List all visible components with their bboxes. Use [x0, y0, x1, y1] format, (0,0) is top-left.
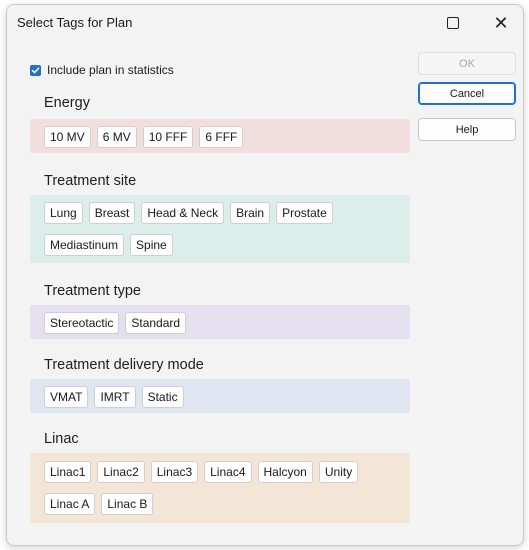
tag-10-fff[interactable]: 10 FFF [142, 126, 194, 148]
tag-standard[interactable]: Standard [125, 312, 187, 334]
tag-list-treatment-delivery-mode: VMAT IMRT Static [44, 386, 384, 408]
tag-list-energy: 10 MV 6 MV 10 FFF 6 FFF [44, 126, 384, 148]
tag-lung[interactable]: Lung [44, 202, 83, 224]
tag-static[interactable]: Static [141, 386, 184, 408]
tag-10-mv[interactable]: 10 MV [44, 126, 91, 148]
tag-6-fff[interactable]: 6 FFF [199, 126, 244, 148]
tag-linac3[interactable]: Linac3 [150, 461, 199, 483]
group-band-treatment-site: Lung Breast Head & Neck Brain Prostate M… [30, 195, 410, 263]
close-button[interactable]: ✕ [484, 11, 518, 35]
title-bar: Select Tags for Plan ✕ [7, 5, 523, 41]
select-tags-dialog: Select Tags for Plan ✕ Include plan in s… [6, 4, 524, 546]
tag-list-treatment-type: Stereotactic Standard [44, 312, 384, 334]
group-title-treatment-site: Treatment site [44, 173, 137, 189]
close-icon: ✕ [493, 13, 509, 33]
group-energy: Energy 10 MV 6 MV 10 FFF 6 FFF [30, 91, 410, 155]
tag-imrt[interactable]: IMRT [94, 386, 136, 408]
include-statistics-label: Include plan in statistics [47, 63, 174, 77]
tag-list-treatment-site: Lung Breast Head & Neck Brain Prostate M… [44, 202, 384, 256]
window-title: Select Tags for Plan [17, 15, 133, 30]
group-title-treatment-delivery-mode: Treatment delivery mode [44, 357, 204, 373]
tag-unity[interactable]: Unity [318, 461, 359, 483]
help-button[interactable]: Help [418, 118, 516, 141]
maximize-icon [447, 17, 459, 29]
tag-linac4[interactable]: Linac4 [204, 461, 252, 483]
maximize-button[interactable] [436, 11, 470, 35]
tag-vmat[interactable]: VMAT [44, 386, 89, 408]
tag-mediastinum[interactable]: Mediastinum [44, 234, 125, 256]
include-statistics-row[interactable]: Include plan in statistics [30, 63, 174, 77]
tag-prostate[interactable]: Prostate [276, 202, 333, 224]
tag-6-mv[interactable]: 6 MV [96, 126, 137, 148]
tag-breast[interactable]: Breast [88, 202, 136, 224]
tag-brain[interactable]: Brain [230, 202, 271, 224]
tag-linac-b[interactable]: Linac B [101, 493, 154, 515]
tag-halcyon[interactable]: Halcyon [257, 461, 313, 483]
group-treatment-site: Treatment site Lung Breast Head & Neck B… [30, 169, 410, 265]
tag-stereotactic[interactable]: Stereotactic [44, 312, 120, 334]
group-band-linac: Linac1 Linac2 Linac3 Linac4 Halcyon Unit… [30, 453, 410, 523]
cancel-button[interactable]: Cancel [418, 82, 516, 105]
group-title-energy: Energy [44, 95, 90, 111]
tag-list-linac: Linac1 Linac2 Linac3 Linac4 Halcyon Unit… [44, 461, 384, 515]
group-band-treatment-type: Stereotactic Standard [30, 305, 410, 339]
group-band-energy: 10 MV 6 MV 10 FFF 6 FFF [30, 119, 410, 153]
group-linac: Linac Linac1 Linac2 Linac3 Linac4 Halcyo… [30, 427, 410, 527]
tag-linac2[interactable]: Linac2 [97, 461, 145, 483]
group-treatment-delivery-mode: Treatment delivery mode VMAT IMRT Static [30, 353, 410, 417]
group-band-treatment-delivery-mode: VMAT IMRT Static [30, 379, 410, 413]
checkbox-checked-icon[interactable] [30, 64, 41, 76]
group-title-treatment-type: Treatment type [44, 283, 141, 299]
tag-linac1[interactable]: Linac1 [44, 461, 92, 483]
tag-linac-a[interactable]: Linac A [44, 493, 96, 515]
group-treatment-type: Treatment type Stereotactic Standard [30, 279, 410, 343]
group-title-linac: Linac [44, 431, 79, 447]
ok-button[interactable]: OK [418, 52, 516, 75]
tag-head-and-neck[interactable]: Head & Neck [141, 202, 225, 224]
tag-spine[interactable]: Spine [130, 234, 173, 256]
